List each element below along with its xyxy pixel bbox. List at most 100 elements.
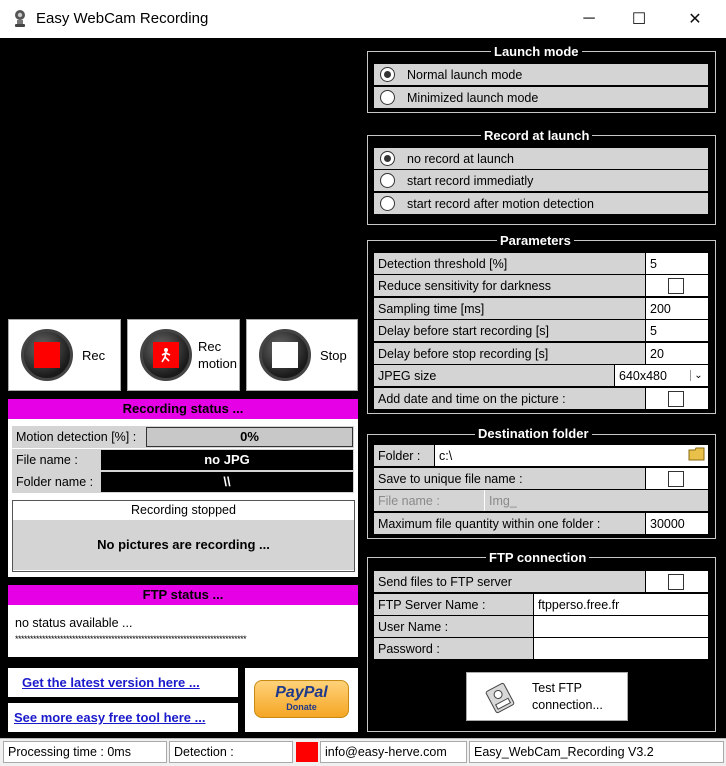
add-date-row: Add date and time on the picture :	[374, 388, 708, 409]
delay-start-label: Delay before start recording [s]	[374, 320, 645, 341]
rec-motion-label-2: motion	[198, 356, 238, 371]
detection-indicator	[296, 742, 318, 762]
add-date-cell	[645, 388, 708, 409]
test-ftp-label-2: connection...	[532, 698, 603, 712]
delay-start-input[interactable]: 5	[645, 320, 708, 341]
sampling-time-row: Sampling time [ms] 200	[374, 298, 708, 319]
send-ftp-row: Send files to FTP server	[374, 571, 708, 592]
reduce-sensitivity-row: Reduce sensitivity for darkness	[374, 275, 708, 296]
delay-start-row: Delay before start recording [s] 5	[374, 320, 708, 341]
processing-time: Processing time : 0ms	[3, 741, 167, 763]
unique-name-row: Save to unique file name :	[374, 468, 708, 489]
ftp-status-message: no status available ...	[15, 616, 133, 630]
ftp-password-row: Password :	[374, 638, 708, 659]
sampling-time-input[interactable]: 200	[645, 298, 708, 319]
ftp-status-panel	[8, 605, 358, 657]
max-qty-row: Maximum file quantity within one folder …	[374, 513, 708, 534]
ftp-status-stars: ****************************************…	[15, 634, 247, 644]
launch-normal-option[interactable]: Normal launch mode	[374, 64, 708, 85]
radio-button[interactable]	[380, 67, 395, 82]
reduce-sensitivity-label: Reduce sensitivity for darkness	[374, 275, 645, 296]
record-after-motion-option[interactable]: start record after motion detection	[374, 193, 708, 214]
reduce-sensitivity-checkbox[interactable]	[668, 277, 684, 294]
send-ftp-checkbox[interactable]	[668, 573, 684, 590]
radio-button[interactable]	[380, 151, 395, 166]
parameters-title: Parameters	[497, 233, 574, 249]
add-date-checkbox[interactable]	[668, 390, 684, 407]
jpeg-size-value: 640x480	[619, 368, 667, 383]
dest-folder-input[interactable]: c:\	[434, 445, 708, 466]
unique-name-label: Save to unique file name :	[374, 468, 645, 489]
jpeg-size-label: JPEG size	[374, 365, 614, 386]
dest-folder-value: c:\	[439, 448, 453, 463]
folder-name-value: \\	[101, 472, 353, 492]
window-title: Easy WebCam Recording	[36, 10, 209, 27]
recording-state-message: No pictures are recording ...	[13, 520, 354, 570]
radio-button[interactable]	[380, 196, 395, 211]
destination-title: Destination folder	[475, 426, 592, 442]
file-name-value: no JPG	[101, 450, 353, 470]
launch-minimized-option[interactable]: Minimized launch mode	[374, 87, 708, 108]
webcam-app-icon	[12, 9, 28, 29]
motion-detection-label: Motion detection [%] :	[16, 430, 137, 444]
detection-threshold-input[interactable]: 5	[645, 253, 708, 274]
radio-button[interactable]	[380, 173, 395, 188]
stop-button[interactable]: Stop	[246, 319, 358, 391]
jpeg-size-row: JPEG size 640x480 ⌄	[374, 365, 708, 386]
folder-name-label: Folder name :	[16, 475, 94, 489]
ftp-server-row: FTP Server Name : ftpperso.free.fr	[374, 594, 708, 615]
webcam-preview	[8, 40, 358, 310]
test-ftp-label-1: Test FTP	[532, 681, 583, 695]
paypal-brand: PayPal	[275, 684, 328, 701]
folder-icon[interactable]	[688, 447, 706, 464]
minimize-icon: ─	[583, 10, 595, 27]
close-icon: ✕	[688, 11, 702, 28]
paypal-logo: PayPal Donate	[254, 680, 349, 718]
ftp-connection-title: FTP connection	[486, 550, 590, 566]
maximize-button[interactable]: ☐	[616, 0, 662, 38]
paypal-donate-button[interactable]: PayPal Donate	[245, 668, 358, 732]
maximize-icon: ☐	[631, 11, 647, 28]
motion-record-icon	[140, 329, 192, 381]
rec-button[interactable]: Rec	[8, 319, 121, 391]
radio-button[interactable]	[380, 90, 395, 105]
rec-motion-label-1: Rec	[198, 339, 222, 354]
file-name-dest-label: File name :	[374, 490, 484, 511]
ftp-server-input[interactable]: ftpperso.free.fr	[533, 594, 708, 615]
chevron-down-icon[interactable]: ⌄	[690, 370, 706, 381]
max-qty-input[interactable]: 30000	[645, 513, 708, 534]
close-button[interactable]: ✕	[672, 0, 718, 38]
ftp-server-label: FTP Server Name :	[374, 594, 533, 615]
title-bar: Easy WebCam Recording ─ ☐ ✕	[0, 0, 726, 38]
version-label: Easy_WebCam_Recording V3.2	[469, 741, 724, 763]
dest-folder-label: Folder :	[374, 445, 434, 466]
recording-status-header: Recording status ...	[8, 399, 358, 419]
ftp-status-header: FTP status ...	[8, 585, 358, 605]
minimize-button[interactable]: ─	[566, 0, 612, 38]
stop-label: Stop	[320, 347, 347, 363]
email-link[interactable]: info@easy-herve.com	[320, 741, 467, 763]
ftp-user-label: User Name :	[374, 616, 533, 637]
delay-stop-input[interactable]: 20	[645, 343, 708, 364]
unique-name-checkbox[interactable]	[668, 470, 684, 487]
unique-name-cell	[645, 468, 708, 489]
ftp-user-input[interactable]	[533, 616, 708, 637]
delay-stop-row: Delay before stop recording [s] 20	[374, 343, 708, 364]
ftp-user-row: User Name :	[374, 616, 708, 637]
no-record-option[interactable]: no record at launch	[374, 148, 708, 169]
record-at-launch-title: Record at launch	[481, 128, 593, 144]
rec-label: Rec	[82, 347, 106, 363]
launch-mode-title: Launch mode	[491, 44, 582, 60]
test-ftp-button[interactable]: Test FTP connection...	[466, 672, 628, 721]
jpeg-size-select[interactable]: 640x480 ⌄	[614, 365, 708, 386]
motion-detection-value: 0%	[146, 427, 353, 447]
reduce-sensitivity-cell	[645, 275, 708, 296]
ftp-password-input[interactable]	[533, 638, 708, 659]
record-immediately-option[interactable]: start record immediatly	[374, 170, 708, 191]
latest-version-link[interactable]: Get the latest version here ...	[22, 675, 200, 690]
add-date-label: Add date and time on the picture :	[374, 388, 645, 409]
rec-motion-button[interactable]: Rec motion	[127, 319, 240, 391]
max-qty-label: Maximum file quantity within one folder …	[374, 513, 645, 534]
more-tools-link[interactable]: See more easy free tool here ...	[14, 710, 205, 725]
folder-row-dest: Folder : c:\	[374, 445, 708, 466]
